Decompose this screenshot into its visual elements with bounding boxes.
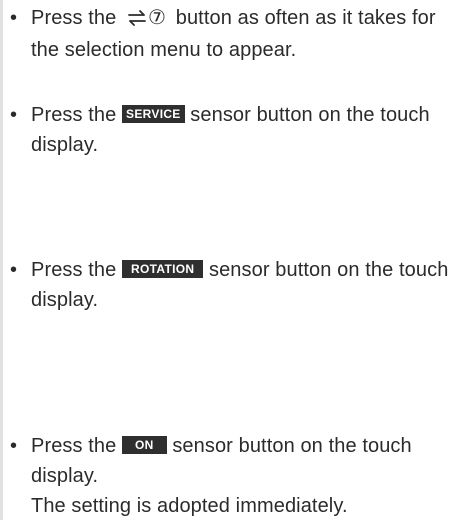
step-text-prefix: Press the bbox=[31, 7, 123, 29]
swap-arrows-icon bbox=[128, 5, 146, 35]
step-result-text: The setting is adopted immediately. bbox=[31, 495, 348, 517]
step-text-prefix: Press the bbox=[31, 259, 123, 281]
rotation-sensor-button-badge: ROTATION bbox=[122, 260, 204, 278]
instruction-step-2: • Press the SERVICE sensor button on the… bbox=[10, 100, 467, 160]
bullet: • bbox=[10, 104, 18, 126]
service-sensor-button-badge: SERVICE bbox=[122, 105, 185, 123]
step-text-prefix: Press the bbox=[31, 104, 123, 126]
bullet: • bbox=[10, 435, 18, 457]
left-margin-rule bbox=[0, 0, 3, 520]
button-number-label: ⑦ bbox=[148, 7, 167, 29]
bullet: • bbox=[10, 7, 18, 29]
step-text-prefix: Press the bbox=[31, 435, 123, 457]
on-sensor-button-badge: ON bbox=[122, 436, 167, 454]
instruction-step-3: • Press the ROTATION sensor button on th… bbox=[10, 255, 467, 315]
instruction-step-4: • Press the ON sensor button on the touc… bbox=[10, 431, 467, 521]
bullet: • bbox=[10, 259, 18, 281]
instruction-step-1: • Press the ⑦ button as often as it take… bbox=[10, 3, 467, 65]
